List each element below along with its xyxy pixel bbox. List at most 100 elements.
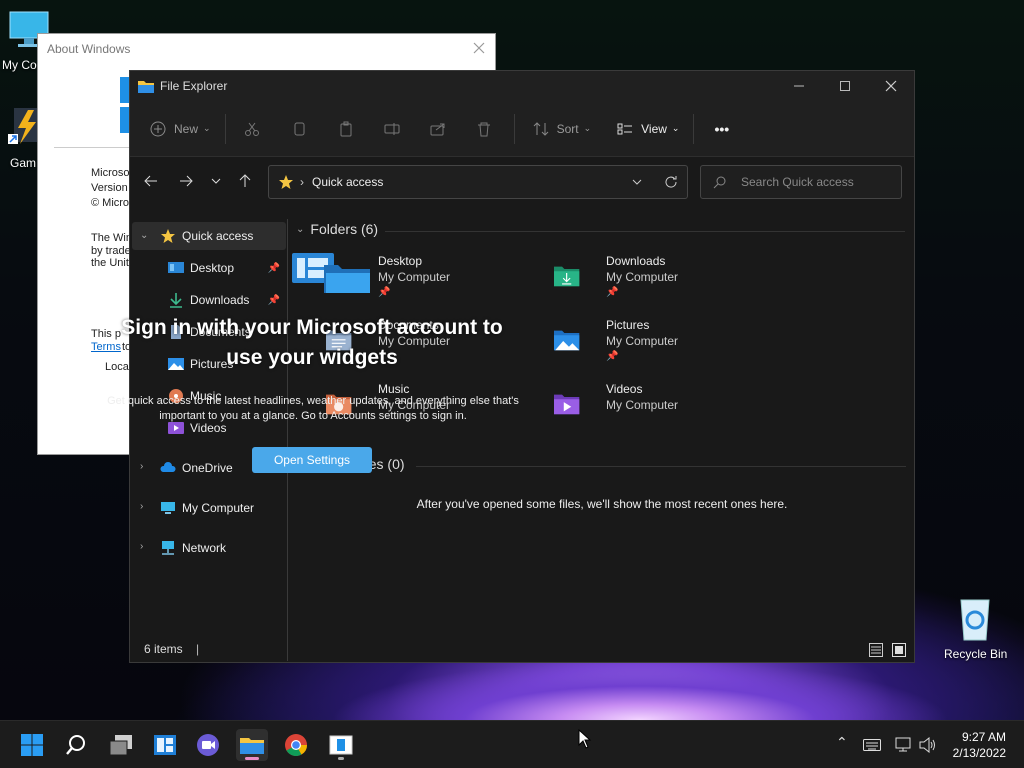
folder-icon: [240, 738, 264, 754]
nav-label: OneDrive: [182, 461, 233, 475]
search-icon: [713, 176, 726, 188]
about-title-bar[interactable]: About Windows: [38, 34, 495, 64]
folder-location: My Computer: [378, 270, 451, 284]
about-line: Microsof: [91, 167, 133, 179]
nav-item-downloads[interactable]: Downloads 📌: [168, 286, 286, 314]
breadcrumb-separator-icon: ›: [300, 175, 304, 189]
widgets-signin-title: Sign in with your Microsoft account to u…: [121, 316, 503, 369]
copy-button[interactable]: [292, 113, 316, 145]
nav-label: Downloads: [190, 293, 250, 307]
close-icon[interactable]: [471, 40, 487, 56]
copy-icon: [294, 122, 305, 135]
forward-button[interactable]: [178, 174, 194, 190]
sort-icon: [533, 121, 548, 136]
nav-item-desktop[interactable]: Desktop 📌: [168, 254, 286, 282]
arrow-up-icon: [239, 174, 251, 187]
task-view-button[interactable]: [105, 729, 137, 761]
network-monitor-icon[interactable]: [895, 737, 913, 753]
rename-button[interactable]: [384, 113, 408, 145]
refresh-icon[interactable]: [664, 175, 678, 189]
about-title: About Windows: [47, 42, 131, 56]
details-view-icon[interactable]: [869, 643, 883, 657]
chevron-down-icon: ⌄: [583, 123, 592, 133]
chevron-down-icon: ⌄: [671, 123, 680, 133]
folder-location: My Computer: [606, 398, 679, 412]
mouse-cursor-icon: [578, 729, 592, 749]
file-explorer-taskbar-button[interactable]: [236, 729, 268, 761]
folder-tile-videos[interactable]: Videos My Computer: [554, 381, 678, 429]
folder-tile-downloads[interactable]: Downloads My Computer 📌: [554, 253, 678, 301]
up-button[interactable]: [237, 174, 253, 190]
close-button[interactable]: [868, 71, 914, 101]
keyboard-icon[interactable]: [863, 738, 881, 752]
view-list-icon: [617, 123, 633, 134]
see-more-button[interactable]: •••: [714, 113, 729, 145]
nav-item-quick-access[interactable]: ⌄ Quick access: [132, 222, 286, 250]
cloud-icon: [160, 462, 176, 472]
nav-label: Desktop: [190, 261, 235, 275]
folder-name: Desktop: [378, 254, 423, 268]
about-line: the Unit: [91, 257, 129, 269]
task-view-icon: [109, 735, 132, 756]
maximize-button[interactable]: [822, 71, 868, 101]
delete-button[interactable]: [476, 113, 500, 145]
videos-folder-icon: [554, 394, 580, 415]
share-button[interactable]: [430, 113, 454, 145]
volume-icon[interactable]: [919, 737, 937, 753]
view-label: View: [641, 121, 667, 136]
toolbar-divider: [224, 113, 226, 144]
new-button[interactable]: New ⌄: [150, 113, 211, 145]
network-icon: [162, 541, 174, 555]
about-line: The Win: [91, 232, 132, 244]
cut-button[interactable]: [244, 113, 268, 145]
chevron-down-icon[interactable]: [631, 176, 643, 188]
nav-label: My Computer: [182, 501, 255, 515]
nav-item-my-computer[interactable]: › My Computer: [132, 494, 286, 522]
search-button[interactable]: [60, 729, 92, 761]
back-button[interactable]: [143, 174, 159, 190]
view-button[interactable]: View ⌄: [617, 113, 679, 145]
rename-icon: [384, 122, 400, 135]
teams-chat-button[interactable]: [192, 729, 224, 761]
download-arrow-icon: [170, 293, 182, 308]
chevron-up-icon[interactable]: ⌃: [836, 735, 848, 751]
nav-label: Quick access: [182, 229, 254, 243]
navigation-pane: ⌄ Quick access Desktop 📌 Downloads 📌 Doc…: [130, 219, 288, 661]
folders-section-header[interactable]: ⌄ Folders (6): [296, 221, 378, 237]
maximize-icon: [840, 81, 850, 91]
taskbar: ⌃ 9:27 AM 2/13/2022: [0, 720, 1024, 768]
explorer-title-bar[interactable]: File Explorer: [130, 71, 914, 101]
chevron-down-icon: ⌄: [296, 223, 305, 235]
close-icon: [885, 80, 897, 92]
widgets-button[interactable]: [149, 729, 181, 761]
recent-locations-button[interactable]: [208, 174, 224, 190]
about-windows-taskbar-button[interactable]: [325, 729, 357, 761]
chevron-right-icon[interactable]: ›: [140, 461, 143, 472]
toolbar-divider: [693, 113, 695, 144]
star-icon: [279, 175, 293, 189]
desktop-icon-recycle-bin[interactable]: Recycle Bin: [940, 596, 1010, 661]
folders-header: Folders (6): [310, 221, 379, 237]
content-pane: ⌄ Folders (6) Desktop My Computer 📌 Down…: [290, 219, 914, 661]
chevron-right-icon[interactable]: ›: [140, 541, 143, 552]
address-bar[interactable]: › Quick access: [268, 165, 688, 199]
folder-tile-pictures[interactable]: Pictures My Computer 📌: [554, 317, 678, 365]
breadcrumb[interactable]: Quick access: [312, 175, 383, 189]
tiles-view-icon[interactable]: [892, 643, 906, 657]
nav-item-network[interactable]: › Network: [132, 534, 286, 562]
start-button[interactable]: [16, 729, 48, 761]
search-box[interactable]: Search Quick access: [700, 165, 902, 199]
clock-date: 2/13/2022: [952, 746, 1006, 760]
sort-button[interactable]: Sort ⌄: [533, 113, 592, 145]
paste-button[interactable]: [338, 113, 362, 145]
chevron-right-icon[interactable]: ›: [140, 501, 143, 512]
chrome-button[interactable]: [280, 729, 312, 761]
clock[interactable]: 9:27 AM 2/13/2022: [953, 729, 1006, 761]
minimize-button[interactable]: [776, 71, 822, 101]
folder-tile-desktop[interactable]: Desktop My Computer 📌: [292, 253, 450, 301]
command-bar: New ⌄ Sort ⌄ View ⌄ •••: [130, 101, 914, 157]
nav-label: Network: [182, 541, 227, 555]
trash-icon: [477, 122, 490, 136]
arrow-right-icon: [180, 175, 193, 187]
open-settings-button[interactable]: Open Settings: [252, 447, 372, 473]
